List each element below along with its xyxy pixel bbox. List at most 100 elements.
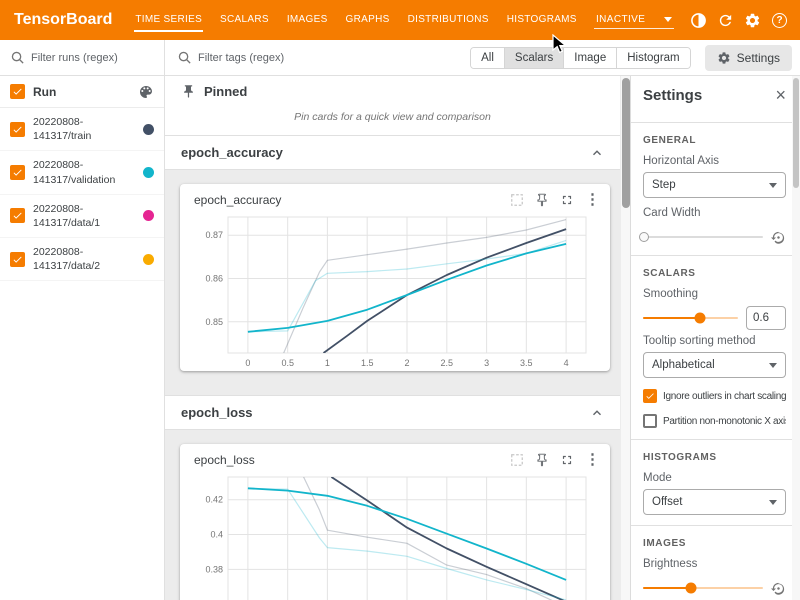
run-list-item[interactable]: 20220808-141317/validation xyxy=(0,151,164,194)
reset-icon[interactable] xyxy=(771,581,786,596)
runs-sidebar: Run 20220808-141317/train 20220808-14131… xyxy=(0,40,165,600)
divider xyxy=(631,122,792,123)
svg-text:1.5: 1.5 xyxy=(361,358,374,368)
card-header: epoch_loss ⋮ xyxy=(180,444,610,469)
card-width-slider[interactable] xyxy=(643,236,763,238)
filter-tags-input[interactable] xyxy=(198,52,464,64)
histogram-mode-select[interactable]: Offset xyxy=(643,489,786,515)
filter-chip-image[interactable]: Image xyxy=(563,48,616,68)
reset-icon[interactable] xyxy=(771,230,786,245)
run-color-dot xyxy=(143,254,154,265)
filter-chip-all[interactable]: All xyxy=(471,48,504,68)
run-list-item[interactable]: 20220808-141317/data/2 xyxy=(0,238,164,281)
header-tabs: TIME SERIESSCALARS IMAGES GRAPHS DISTRIBUTI… xyxy=(126,0,585,40)
filter-runs-row xyxy=(0,40,164,76)
tab-distributions[interactable]: DISTRIBUTIONS xyxy=(399,0,498,40)
refresh-button[interactable] xyxy=(713,8,738,33)
filter-chip-histogram[interactable]: Histogram xyxy=(616,48,689,68)
line-chart-epoch-loss[interactable]: 00.511.522.533.540.360.380.40.42 xyxy=(192,471,596,600)
fullscreen-icon[interactable] xyxy=(560,193,574,207)
svg-text:0.5: 0.5 xyxy=(281,358,294,368)
close-icon[interactable]: × xyxy=(775,86,786,104)
section-title: epoch_accuracy xyxy=(181,145,283,160)
help-icon: ? xyxy=(772,13,787,28)
main-scrollbar[interactable] xyxy=(620,76,630,600)
scalar-card-epoch-loss: epoch_loss ⋮ 00.511.522.533.540.360.380.… xyxy=(180,444,610,600)
run-list-item[interactable]: 20220808-141317/data/1 xyxy=(0,195,164,238)
card-title: epoch_loss xyxy=(194,453,510,467)
tab-images[interactable]: IMAGES xyxy=(278,0,337,40)
more-options-icon[interactable]: ⋮ xyxy=(585,192,600,207)
tab-label: IMAGES xyxy=(286,9,329,32)
fit-to-data-icon[interactable] xyxy=(510,453,524,467)
reload-status-select[interactable]: INACTIVE xyxy=(594,11,674,29)
pin-card-icon[interactable] xyxy=(535,193,549,207)
svg-text:0.86: 0.86 xyxy=(205,274,223,284)
help-button[interactable]: ? xyxy=(767,8,792,33)
theme-toggle-button[interactable] xyxy=(686,8,711,33)
gear-icon xyxy=(717,51,731,65)
tab-graphs[interactable]: GRAPHS xyxy=(337,0,399,40)
tooltip-sorting-select[interactable]: Alphabetical xyxy=(643,352,786,378)
scrollbar-thumb[interactable] xyxy=(793,78,799,188)
run-color-dot xyxy=(143,124,154,135)
fullscreen-icon[interactable] xyxy=(560,453,574,467)
pinned-header: Pinned xyxy=(165,76,620,105)
chevron-down-icon xyxy=(769,363,777,368)
settings-content: Settings × GENERAL Horizontal Axis Step … xyxy=(631,76,792,600)
svg-text:3: 3 xyxy=(484,358,489,368)
svg-text:0.85: 0.85 xyxy=(205,317,223,327)
svg-text:2.5: 2.5 xyxy=(441,358,454,368)
filter-runs-input[interactable] xyxy=(31,52,154,64)
more-options-icon[interactable]: ⋮ xyxy=(585,452,600,467)
section-header-epoch-accuracy[interactable]: epoch_accuracy xyxy=(165,136,620,170)
brightness-label: Brightness xyxy=(643,558,786,570)
settings-section-scalars: SCALARS xyxy=(643,268,786,279)
brightness-slider[interactable] xyxy=(643,587,763,589)
fit-to-data-icon[interactable] xyxy=(510,193,524,207)
tab-scalars[interactable]: SCALARS xyxy=(211,0,278,40)
settings-gear-button[interactable] xyxy=(740,8,765,33)
toolbar-settings-button[interactable]: Settings xyxy=(705,45,792,71)
settings-title: Settings xyxy=(643,87,702,104)
divider xyxy=(631,255,792,256)
histogram-mode-label: Mode xyxy=(643,472,786,484)
line-chart-epoch-accuracy[interactable]: 00.511.522.533.540.850.860.87 xyxy=(192,211,596,371)
tooltip-sorting-label: Tooltip sorting method xyxy=(643,335,786,347)
horizontal-axis-label: Horizontal Axis xyxy=(643,155,786,167)
scrollbar-thumb[interactable] xyxy=(622,78,630,208)
card-title: epoch_accuracy xyxy=(194,193,510,207)
smoothing-input[interactable]: 0.6 xyxy=(746,306,786,330)
partition-x-axis-row: Partition non-monotonic X axis xyxy=(643,414,786,428)
cards-area: Pinned Pin cards for a quick view and co… xyxy=(165,76,620,600)
run-label: 20220808-141317/validation xyxy=(33,158,135,186)
search-icon xyxy=(177,50,192,65)
tab-time-series[interactable]: TIME SERIES xyxy=(126,0,211,40)
palette-icon[interactable] xyxy=(138,84,154,100)
section-header-epoch-loss[interactable]: epoch_loss xyxy=(165,396,620,430)
settings-button-label: Settings xyxy=(737,51,780,65)
search-icon xyxy=(10,50,25,65)
settings-section-general: GENERAL xyxy=(643,135,786,146)
pin-card-icon[interactable] xyxy=(535,453,549,467)
partition-x-axis-checkbox[interactable] xyxy=(643,414,657,428)
settings-scrollbar[interactable] xyxy=(792,76,800,600)
run-checkbox[interactable] xyxy=(10,208,25,223)
filter-chip-group: AllScalarsImageHistogram xyxy=(470,47,691,69)
app-header: TensorBoard TIME SERIESSCALARSIMAGESGRAP… xyxy=(0,0,800,40)
filter-chip-scalars[interactable]: Scalars xyxy=(504,48,563,68)
horizontal-axis-select[interactable]: Step xyxy=(643,172,786,198)
tab-label: DISTRIBUTIONS xyxy=(407,9,490,32)
smoothing-slider[interactable] xyxy=(643,317,738,319)
ignore-outliers-checkbox[interactable] xyxy=(643,389,657,403)
runs-master-checkbox[interactable] xyxy=(10,84,25,99)
run-list-item[interactable]: 20220808-141317/train xyxy=(0,108,164,151)
run-checkbox[interactable] xyxy=(10,122,25,137)
tab-histograms[interactable]: HISTOGRAMS xyxy=(498,0,586,40)
svg-text:1: 1 xyxy=(325,358,330,368)
main-column: AllScalarsImageHistogram Settings Pinned… xyxy=(165,40,800,600)
section-body-epoch-loss: epoch_loss ⋮ 00.511.522.533.540.360.380.… xyxy=(165,430,620,600)
run-checkbox[interactable] xyxy=(10,165,25,180)
run-checkbox[interactable] xyxy=(10,252,25,267)
settings-section-histograms: HISTOGRAMS xyxy=(643,452,786,463)
